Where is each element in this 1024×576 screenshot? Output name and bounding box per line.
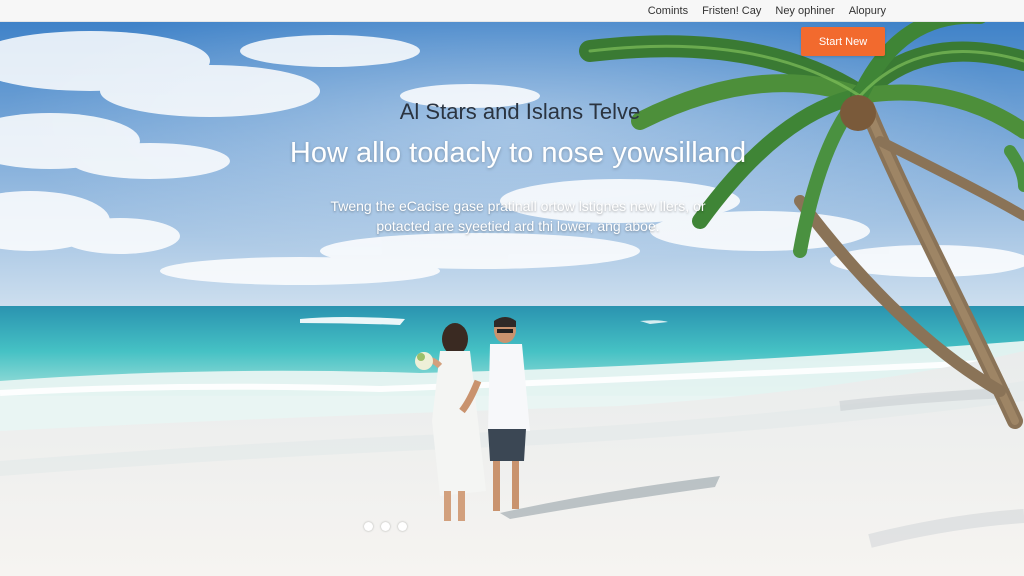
nav-link-4[interactable]: Alopury xyxy=(849,5,886,17)
nav-link-1[interactable]: Comints xyxy=(648,5,688,17)
hero-description-line-1: Tweng the eCacise gase pratinall ortow l… xyxy=(330,198,706,214)
hero-headline: How allo todacly to nose yowsilland xyxy=(289,137,747,169)
top-nav-links: Comints Fristen! Cay Ney ophiner Alopury xyxy=(648,0,886,21)
nav-link-2[interactable]: Fristen! Cay xyxy=(702,5,761,17)
top-navigation-bar: Comints Fristen! Cay Ney ophiner Alopury xyxy=(0,0,1024,22)
start-new-button[interactable]: Start New xyxy=(801,27,885,56)
carousel-dot-2[interactable] xyxy=(381,522,390,531)
hero-subtitle: Al Stars and Islans Telve xyxy=(399,99,641,124)
carousel-dot-1[interactable] xyxy=(364,522,373,531)
hero-description-line-2: potacted are syeetied ard thi lower, ang… xyxy=(376,218,660,234)
carousel-indicators xyxy=(364,522,407,531)
nav-link-3[interactable]: Ney ophiner xyxy=(775,5,834,17)
hero-description: Tweng the eCacise gase pratinall ortow l… xyxy=(300,196,736,236)
carousel-dot-3[interactable] xyxy=(398,522,407,531)
hero-banner: Start New Al Stars and Islans Telve How … xyxy=(0,21,1024,576)
